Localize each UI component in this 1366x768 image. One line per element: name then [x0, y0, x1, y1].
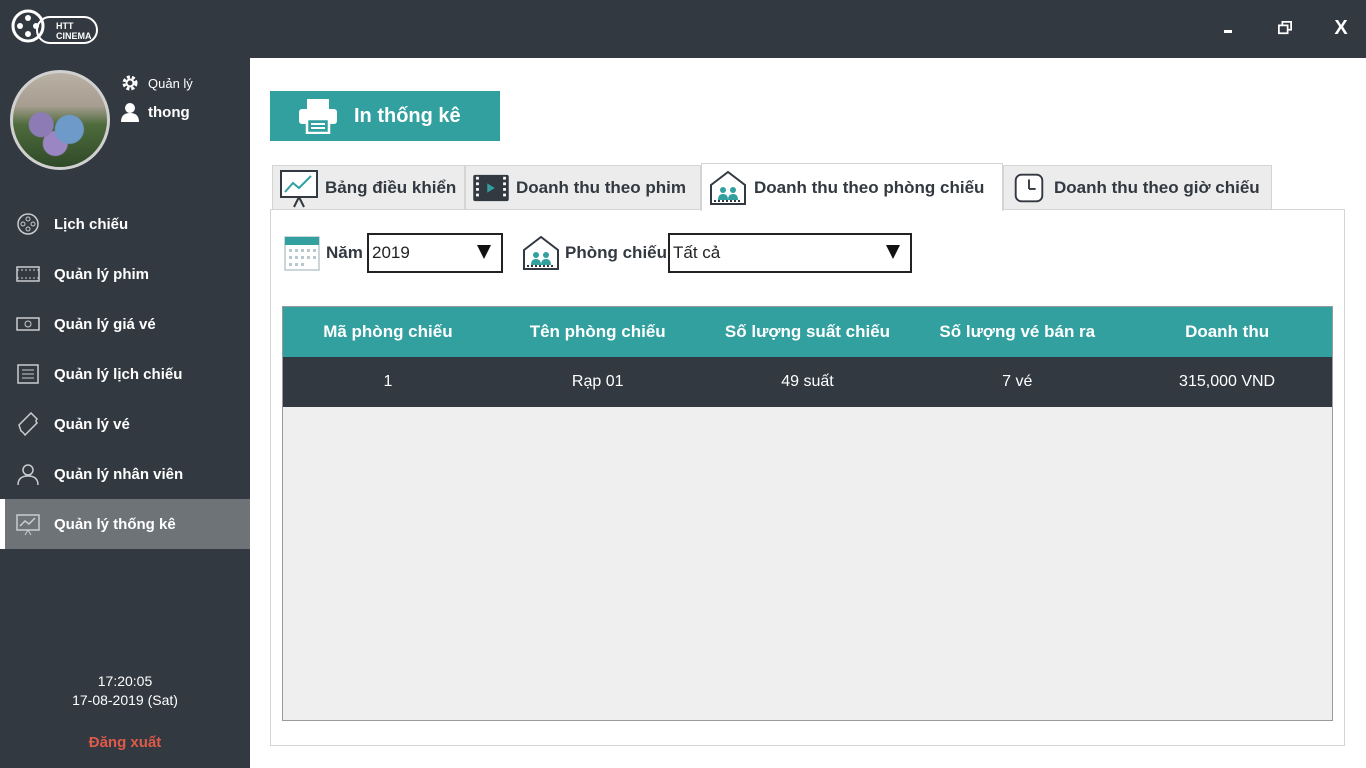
- sidebar-item-quan-ly-phim[interactable]: Quản lý phim: [0, 249, 250, 299]
- film-strip-icon: [16, 266, 40, 282]
- film-reel-icon: [17, 213, 39, 235]
- column-header[interactable]: Doanh thu: [1122, 307, 1332, 357]
- title-bar: HTT CINEMA X: [0, 0, 1366, 58]
- year-select-value: 2019: [372, 243, 410, 262]
- table-cell: Rạp 01: [571, 373, 624, 390]
- table-header: Mã phòng chiếu Tên phòng chiếu Số lượng …: [283, 307, 1332, 357]
- room-label: Phòng chiếu: [565, 243, 667, 262]
- statistics-icon: [16, 514, 40, 536]
- app-logo: HTT CINEMA: [10, 6, 98, 46]
- table-cell: 315,000 VND: [1179, 373, 1276, 390]
- sidebar-item-label: Lịch chiếu: [54, 215, 129, 233]
- year-select[interactable]: 2019: [367, 233, 503, 273]
- user-name-label: thong: [148, 103, 190, 121]
- ticket-icon: [18, 412, 39, 436]
- table-cell: 1: [383, 373, 393, 390]
- tab-revenue-by-showtime[interactable]: Doanh thu theo giờ chiếu: [1003, 165, 1272, 209]
- film-icon: [473, 174, 509, 201]
- sidebar-item-quan-ly-ve[interactable]: Quản lý vé: [0, 399, 250, 449]
- sidebar-item-quan-ly-gia-ve[interactable]: Quản lý giá vé: [0, 299, 250, 349]
- chevron-down-icon: [886, 245, 900, 259]
- logout-button[interactable]: Đăng xuất: [0, 734, 250, 751]
- clock-icon: [1014, 173, 1044, 202]
- user-role-label: Quản lý: [148, 75, 193, 91]
- sidebar-item-label: Quản lý thống kê: [54, 515, 176, 533]
- sidebar-item-quan-ly-nhan-vien[interactable]: Quản lý nhân viên: [0, 449, 250, 499]
- clock-time: 17:20:05: [97, 673, 153, 689]
- theater-room-icon: [523, 235, 559, 270]
- tab-label: Doanh thu theo giờ chiếu: [1054, 177, 1260, 197]
- sidebar: Quản lý thong Lịch chiếu Quản lý phim Qu…: [0, 58, 250, 768]
- tab-revenue-by-film[interactable]: Doanh thu theo phim: [465, 165, 701, 209]
- room-select[interactable]: Tất cả: [668, 233, 912, 273]
- theater-room-icon: [710, 170, 746, 205]
- logo-line-1: HTT: [56, 21, 74, 31]
- tab-revenue-by-room[interactable]: Doanh thu theo phòng chiếu: [701, 163, 1003, 211]
- room-select-value: Tất cả: [673, 243, 721, 262]
- tab-label: Bảng điều khiển: [325, 177, 457, 197]
- tab-label: Doanh thu theo phòng chiếu: [754, 177, 985, 197]
- sidebar-item-quan-ly-thong-ke[interactable]: Quản lý thống kê: [0, 499, 250, 549]
- column-header[interactable]: Số lượng vé bán ra: [912, 307, 1122, 357]
- year-label: Năm: [326, 243, 363, 262]
- table-cell: 49 suất: [781, 373, 834, 390]
- table-row[interactable]: 1 Rạp 01 49 suất 7 vé 315,000 VND: [283, 357, 1332, 407]
- user-role: Quản lý: [120, 72, 193, 94]
- gear-icon: [122, 75, 138, 91]
- column-header[interactable]: Số lượng suất chiếu: [703, 307, 913, 357]
- sidebar-item-label: Quản lý giá vé: [54, 315, 156, 333]
- sidebar-item-quan-ly-lich-chieu[interactable]: Quản lý lịch chiếu: [0, 349, 250, 399]
- restore-button[interactable]: [1270, 14, 1300, 42]
- avatar: [10, 70, 110, 170]
- tab-dashboard[interactable]: Bảng điều khiển: [272, 165, 465, 209]
- printer-icon: [299, 99, 337, 134]
- sidebar-item-label: Quản lý vé: [54, 415, 130, 433]
- print-statistics-button[interactable]: In thống kê: [270, 91, 500, 141]
- column-header[interactable]: Mã phòng chiếu: [283, 307, 493, 357]
- sidebar-item-label: Quản lý lịch chiếu: [54, 365, 183, 383]
- table-cell: 7 vé: [1002, 373, 1033, 390]
- sidebar-item-label: Quản lý nhân viên: [54, 465, 184, 483]
- logo-line-2: CINEMA: [56, 31, 92, 41]
- print-statistics-label: In thống kê: [354, 104, 461, 127]
- minimize-button[interactable]: [1213, 14, 1243, 42]
- user-icon: [121, 103, 139, 122]
- chevron-down-icon: [477, 245, 491, 259]
- logo-text: HTT CINEMA: [36, 16, 98, 44]
- clock-date: 17-08-2019 (Sat): [72, 692, 178, 708]
- clock: 17:20:05 17-08-2019 (Sat): [0, 672, 250, 710]
- dashboard-chart-icon: [280, 169, 318, 207]
- restore-icon: [1278, 21, 1292, 35]
- user-name: thong: [120, 100, 190, 124]
- sidebar-item-lich-chieu[interactable]: Lịch chiếu: [0, 199, 250, 249]
- schedule-list-icon: [17, 364, 39, 384]
- calendar-icon: [284, 236, 320, 271]
- column-header[interactable]: Tên phòng chiếu: [493, 307, 703, 357]
- money-icon: [16, 317, 40, 331]
- employee-icon: [17, 464, 39, 486]
- sidebar-item-label: Quản lý phim: [54, 265, 150, 283]
- revenue-table: Mã phòng chiếu Tên phòng chiếu Số lượng …: [282, 306, 1333, 721]
- tab-label: Doanh thu theo phim: [516, 177, 686, 197]
- close-button[interactable]: X: [1326, 14, 1356, 42]
